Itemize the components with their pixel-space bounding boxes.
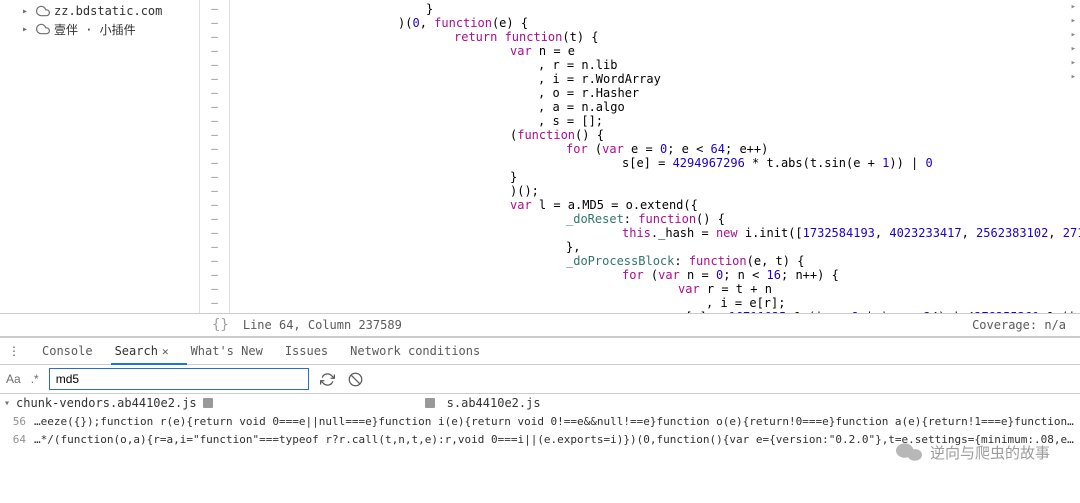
result-file[interactable]: ▾ chunk-vendors.ab4410e2.js s.ab4410e2.j…	[0, 394, 1080, 412]
clear-icon[interactable]	[347, 370, 365, 388]
line-text: …*/(function(o,a){r=a,i="function"===typ…	[34, 433, 1080, 446]
tree-item-label: zz.bdstatic.com	[54, 4, 162, 18]
code-editor[interactable]: })(0, function(e) {return function(t) {v…	[230, 0, 1080, 313]
match-marker-icon	[203, 398, 213, 408]
tree-item[interactable]: ▸ 壹伴 · 小插件	[4, 20, 195, 38]
tab-console[interactable]: Console	[40, 344, 95, 358]
more-tabs-icon[interactable]: ⋮	[6, 344, 22, 358]
status-bar: {} Line 64, Column 237589 Coverage: n/a	[0, 313, 1080, 337]
match-marker-icon	[425, 398, 435, 408]
drawer-tabs: ⋮ Console Search✕ What's New Issues Netw…	[0, 338, 1080, 365]
line-number: 56	[4, 415, 34, 428]
search-input[interactable]	[49, 368, 309, 390]
search-results: ▾ chunk-vendors.ab4410e2.js s.ab4410e2.j…	[0, 394, 1080, 503]
inline-markers: ▸▸▸▸▸▸	[1071, 0, 1076, 84]
refresh-icon[interactable]	[319, 370, 337, 388]
file-tree-sidebar[interactable]: ▸ zz.bdstatic.com ▸ 壹伴 · 小插件	[0, 0, 200, 313]
tab-network-conditions[interactable]: Network conditions	[348, 344, 482, 358]
match-case-toggle[interactable]: Aa	[6, 372, 21, 386]
line-text: …eeze({});function r(e){return void 0===…	[34, 415, 1080, 428]
file-suffix: s.ab4410e2.js	[447, 396, 541, 410]
regex-toggle[interactable]: .*	[31, 372, 39, 386]
line-number: 64	[4, 433, 34, 446]
console-drawer: ⋮ Console Search✕ What's New Issues Netw…	[0, 337, 1080, 503]
cloud-icon	[36, 22, 50, 36]
result-line[interactable]: 56 …eeze({});function r(e){return void 0…	[0, 412, 1080, 430]
file-name: chunk-vendors.ab4410e2.js	[16, 396, 197, 410]
close-icon[interactable]: ✕	[162, 345, 169, 358]
fold-gutter: ––––––––––––––––––––––	[200, 0, 230, 313]
cloud-icon	[36, 4, 50, 18]
chevron-down-icon: ▾	[4, 398, 10, 409]
tree-item[interactable]: ▸ zz.bdstatic.com	[4, 2, 195, 20]
cursor-position: Line 64, Column 237589	[243, 318, 402, 332]
tab-issues[interactable]: Issues	[283, 344, 330, 358]
tab-whats-new[interactable]: What's New	[189, 344, 265, 358]
result-line[interactable]: 64 …*/(function(o,a){r=a,i="function"===…	[0, 430, 1080, 448]
chevron-right-icon: ▸	[22, 6, 32, 17]
tab-search[interactable]: Search✕	[113, 344, 171, 358]
coverage-status: Coverage: n/a	[972, 318, 1066, 332]
search-toolbar: Aa .*	[0, 365, 1080, 394]
pretty-print-icon[interactable]: {}	[212, 317, 229, 333]
chevron-right-icon: ▸	[22, 24, 32, 35]
tree-item-label: 壹伴 · 小插件	[54, 21, 136, 38]
